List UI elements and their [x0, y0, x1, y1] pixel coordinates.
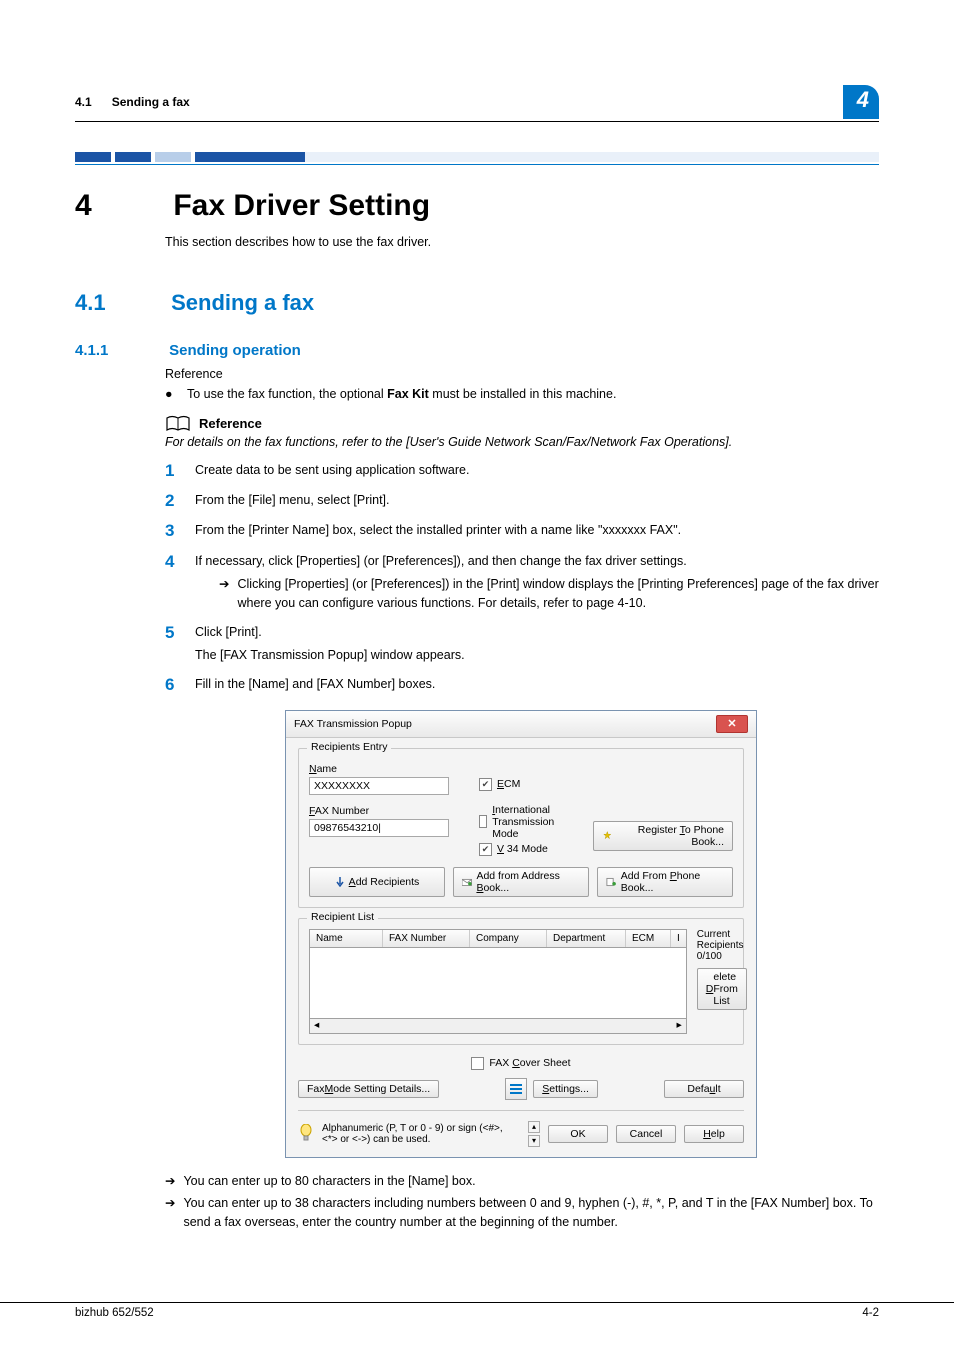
faxnum-input[interactable]: 09876543210|	[309, 819, 449, 837]
delete-from-list-button[interactable]: Delete From List	[697, 968, 747, 1010]
horizontal-scrollbar[interactable]: ◂ ▸	[309, 1019, 687, 1034]
footer-product: bizhub 652/552	[75, 1307, 154, 1319]
col-fax[interactable]: FAX Number	[383, 930, 470, 947]
header-section-title: Sending a fax	[112, 95, 190, 109]
col-name[interactable]: Name	[310, 930, 383, 947]
intl-checkbox[interactable]	[479, 815, 487, 828]
fax-mode-details-button[interactable]: Fax Mode Setting Details...	[298, 1080, 439, 1098]
add-from-phonebook-button[interactable]: Add From Phone Book...	[597, 867, 733, 897]
recipient-listbox[interactable]	[309, 948, 687, 1019]
recipient-list-group: Recipient List Name FAX Number Company D…	[298, 918, 744, 1045]
phonebook-icon	[606, 877, 617, 887]
step-number: 4	[165, 552, 195, 613]
footer-page: 4-2	[862, 1307, 879, 1319]
close-icon[interactable]: ✕	[716, 715, 748, 733]
register-icon	[602, 830, 613, 842]
step-text: Click [Print].	[195, 623, 879, 642]
decorative-underline	[75, 164, 879, 165]
arrow-icon: ➔	[165, 1194, 175, 1213]
cancel-button[interactable]: Cancel	[616, 1125, 676, 1143]
fax-cover-checkbox[interactable]	[471, 1057, 484, 1070]
addressbook-icon	[462, 877, 472, 887]
arrow-icon: ➔	[219, 575, 229, 594]
step-number: 2	[165, 491, 195, 511]
note-text: You can enter up to 80 characters in the…	[183, 1172, 475, 1191]
scroll-left-icon[interactable]: ◂	[310, 1019, 323, 1033]
header-rule	[75, 121, 879, 122]
subsection-title: Sending operation	[169, 342, 301, 359]
add-recipients-button[interactable]: Add Recipients	[309, 867, 445, 897]
intl-label: International Transmission Mode	[492, 804, 578, 840]
step-text: Create data to be sent using application…	[195, 461, 879, 481]
step-number: 3	[165, 521, 195, 541]
chapter-number: 4	[75, 189, 165, 223]
scroll-up-icon[interactable]: ▴	[528, 1121, 540, 1133]
add-from-addressbook-button[interactable]: Add from Address Book...	[453, 867, 589, 897]
v34-label: V 34 Mode	[497, 843, 548, 855]
step-text: From the [Printer Name] box, select the …	[195, 521, 879, 541]
default-button[interactable]: Default	[664, 1080, 744, 1098]
ecm-label: ECM	[497, 778, 520, 790]
name-label: Name	[309, 763, 479, 775]
ok-button[interactable]: OK	[548, 1125, 608, 1143]
step-text: Fill in the [Name] and [FAX Number] boxe…	[195, 675, 879, 695]
fax-popup-window: FAX Transmission Popup ✕ Recipients Entr…	[285, 710, 757, 1158]
scroll-down-icon[interactable]: ▾	[528, 1135, 540, 1147]
section-number: 4.1	[75, 290, 165, 316]
step-arrow-text: Clicking [Properties] (or [Preferences])…	[237, 575, 879, 613]
popup-title: FAX Transmission Popup	[294, 718, 412, 730]
scroll-right-icon[interactable]: ▸	[673, 1019, 686, 1033]
divider	[298, 1110, 744, 1111]
ecm-checkbox[interactable]: ✔	[479, 778, 492, 791]
fax-cover-label: FAX Cover Sheet	[489, 1057, 570, 1069]
help-button[interactable]: Help	[684, 1125, 744, 1143]
recipients-entry-group: Recipients Entry Name XXXXXXXX ✔ ECM	[298, 748, 744, 908]
note-text: You can enter up to 38 characters includ…	[183, 1194, 879, 1232]
bullet-icon: ●	[165, 387, 187, 401]
header-section-num: 4.1	[75, 95, 92, 109]
subsection-number: 4.1.1	[75, 342, 165, 359]
chapter-intro: This section describes how to use the fa…	[165, 233, 879, 252]
step-extra: The [FAX Transmission Popup] window appe…	[195, 646, 879, 665]
info-text: Alphanumeric (P, T or 0 - 9) or sign (<#…	[322, 1123, 520, 1145]
arrow-icon: ➔	[165, 1172, 175, 1191]
chapter-title: Fax Driver Setting	[173, 189, 430, 222]
col-more[interactable]: I	[671, 930, 686, 947]
v34-checkbox[interactable]: ✔	[479, 843, 492, 856]
bullet-text: To use the fax function, the optional Fa…	[187, 387, 616, 401]
step-number: 1	[165, 461, 195, 481]
step-text: If necessary, click [Properties] (or [Pr…	[195, 552, 879, 571]
faxnum-label: FAX Number	[309, 805, 479, 817]
step-number: 5	[165, 623, 195, 666]
section-title: Sending a fax	[171, 290, 314, 315]
list-header: Name FAX Number Company Department ECM I	[309, 929, 687, 948]
name-input[interactable]: XXXXXXXX	[309, 777, 449, 795]
settings-button[interactable]: Settings...	[533, 1080, 598, 1098]
group-legend: Recipient List	[307, 911, 378, 923]
reference-label: Reference	[165, 365, 879, 384]
group-legend: Recipients Entry	[307, 741, 391, 753]
register-phonebook-button[interactable]: Register To Phone Book...	[593, 821, 733, 851]
step-text: From the [File] menu, select [Print].	[195, 491, 879, 511]
decorative-strip	[75, 152, 879, 162]
col-company[interactable]: Company	[470, 930, 547, 947]
info-icon	[298, 1124, 314, 1144]
col-ecm[interactable]: ECM	[626, 930, 671, 947]
col-dept[interactable]: Department	[547, 930, 626, 947]
chapter-badge: 4	[843, 85, 879, 119]
down-arrow-icon	[335, 877, 345, 887]
reference-block-body: For details on the fax functions, refer …	[165, 435, 879, 449]
book-icon	[165, 415, 191, 433]
settings-preview-icon	[505, 1078, 527, 1100]
step-number: 6	[165, 675, 195, 695]
recipient-count: Current Recipients 0/100	[697, 929, 747, 962]
reference-block-title: Reference	[199, 416, 262, 431]
